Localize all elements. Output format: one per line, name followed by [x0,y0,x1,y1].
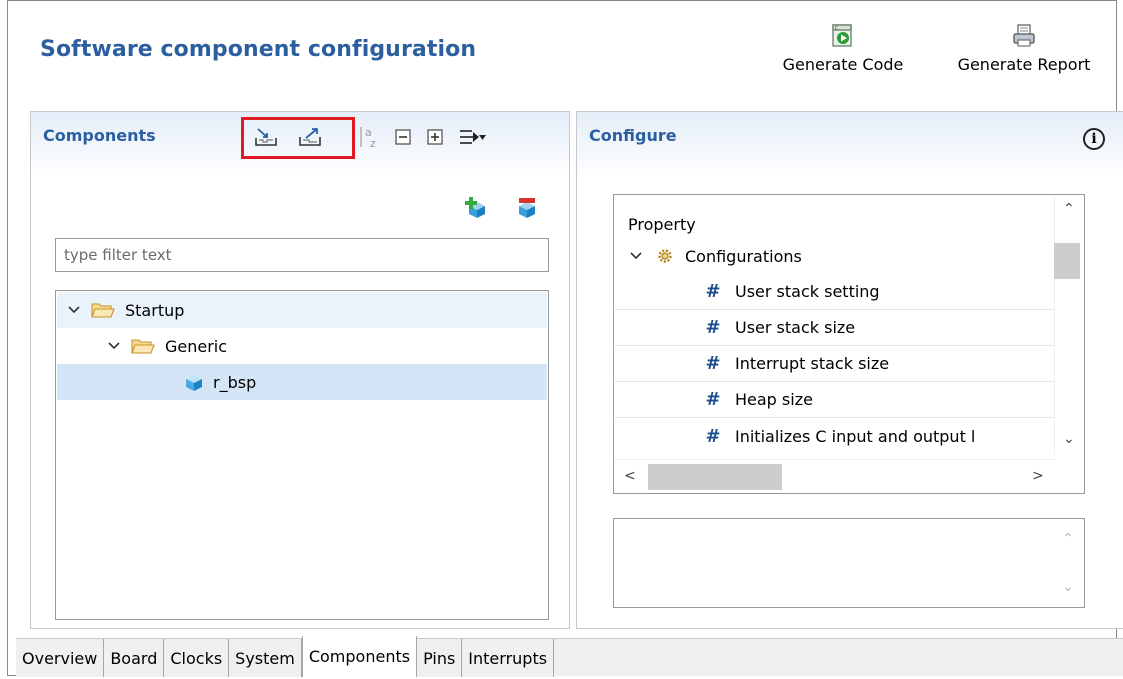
tab-pins[interactable]: Pins [417,639,463,677]
property-description-area: ⌃ ⌄ [613,518,1085,608]
scroll-down-arrow-icon[interactable]: ⌄ [1062,579,1074,595]
hash-icon: # [705,425,721,447]
chevron-down-icon[interactable] [107,339,121,353]
sort-az-icon: a z [360,126,376,149]
chevron-down-icon[interactable] [67,303,81,317]
svg-text:z: z [370,137,376,149]
property-label: User stack setting [735,282,880,301]
tab-interrupts[interactable]: Interrupts [462,639,555,677]
horizontal-scrollbar[interactable]: < > [614,459,1054,493]
tab-overview[interactable]: Overview [16,639,105,677]
remove-component-button[interactable] [513,196,539,224]
tree-node-generic[interactable]: Generic [57,328,547,364]
export-icon [299,128,321,146]
folder-open-icon [91,303,115,318]
configure-panel: Configure i Property Configurations # Us… [576,111,1123,629]
generate-code-label: Generate Code [782,55,904,74]
property-column-header: Property [628,215,696,234]
hash-icon: # [705,353,721,374]
property-row[interactable]: # User stack setting [615,274,1055,310]
tree-node-startup[interactable]: Startup [57,292,547,328]
filter-input[interactable] [55,238,549,272]
remove-component-icon [519,198,535,218]
hash-icon: # [705,317,721,338]
property-table: Property Configurations # User stack set… [613,194,1085,494]
filter-arrows-icon [460,130,486,144]
configure-panel-header: Configure i [577,112,1123,178]
vertical-scroll-thumb[interactable] [1054,243,1080,279]
generate-report-icon [1013,24,1035,47]
svg-text:C: C [835,26,838,32]
tree-node-r-bsp[interactable]: r_bsp [57,364,547,400]
tree-node-label: r_bsp [213,372,257,392]
generate-report-button[interactable]: Generate Report [936,23,1112,74]
scroll-up-arrow-icon[interactable]: ⌃ [1063,201,1075,217]
tree-node-label: Startup [125,300,185,320]
component-cube-icon [186,375,202,391]
add-component-icon [465,197,485,218]
collapse-all-button[interactable] [393,126,413,148]
vertical-scrollbar[interactable]: ⌃ ⌄ [1054,195,1084,455]
bottom-tab-bar: Overview Board Clocks System Components … [16,636,1123,677]
import-icon [255,128,277,146]
tab-clocks[interactable]: Clocks [164,639,230,677]
chevron-down-icon[interactable] [629,249,643,263]
component-tree: Startup Generic r_bsp [55,290,549,620]
gear-icon [658,249,672,263]
hash-icon: # [705,281,721,302]
property-label: Interrupt stack size [735,354,890,373]
property-group-row[interactable]: Configurations [615,238,1055,274]
hash-icon: # [705,389,721,410]
sort-az-button[interactable]: a z [357,126,381,149]
scroll-up-arrow-icon[interactable]: ⌃ [1062,531,1074,547]
window-frame: Software component configuration C Gener… [7,0,1123,677]
components-panel-title: Components [43,126,156,145]
property-group-label: Configurations [685,246,802,266]
add-component-button[interactable] [463,196,489,224]
property-label: User stack size [735,318,856,337]
property-row[interactable]: # Initializes C input and output l [615,418,1055,454]
components-panel: Components a z type filter text Startup … [30,111,570,629]
property-row[interactable]: # Heap size [615,382,1055,418]
components-panel-header: Components a z [31,112,569,178]
export-button[interactable] [297,126,323,148]
info-icon[interactable]: i [1083,128,1105,150]
property-label: Heap size [735,390,813,409]
horizontal-scroll-thumb[interactable] [648,464,782,490]
property-row[interactable]: # User stack size [615,310,1055,346]
scroll-right-arrow-icon[interactable]: > [1032,468,1044,484]
property-label: Initializes C input and output l [735,426,976,446]
generate-code-button[interactable]: C Generate Code [766,23,920,74]
tab-board[interactable]: Board [104,639,165,677]
tab-components[interactable]: Components [301,636,418,677]
page-title: Software component configuration [40,37,477,62]
folder-open-icon [131,339,155,354]
tree-node-label: Generic [165,336,228,356]
property-row[interactable]: # Interrupt stack size [615,346,1055,382]
tab-system[interactable]: System [229,639,302,677]
filter-menu-button[interactable] [457,126,487,148]
scroll-down-arrow-icon[interactable]: ⌄ [1063,431,1075,447]
generate-report-label: Generate Report [957,55,1091,74]
generate-code-icon: C [832,24,852,47]
expand-all-icon [427,129,443,145]
collapse-all-icon [395,129,411,145]
import-button[interactable] [253,126,279,148]
expand-all-button[interactable] [425,126,445,148]
scroll-left-arrow-icon[interactable]: < [624,468,636,484]
configure-panel-title: Configure [589,126,677,145]
